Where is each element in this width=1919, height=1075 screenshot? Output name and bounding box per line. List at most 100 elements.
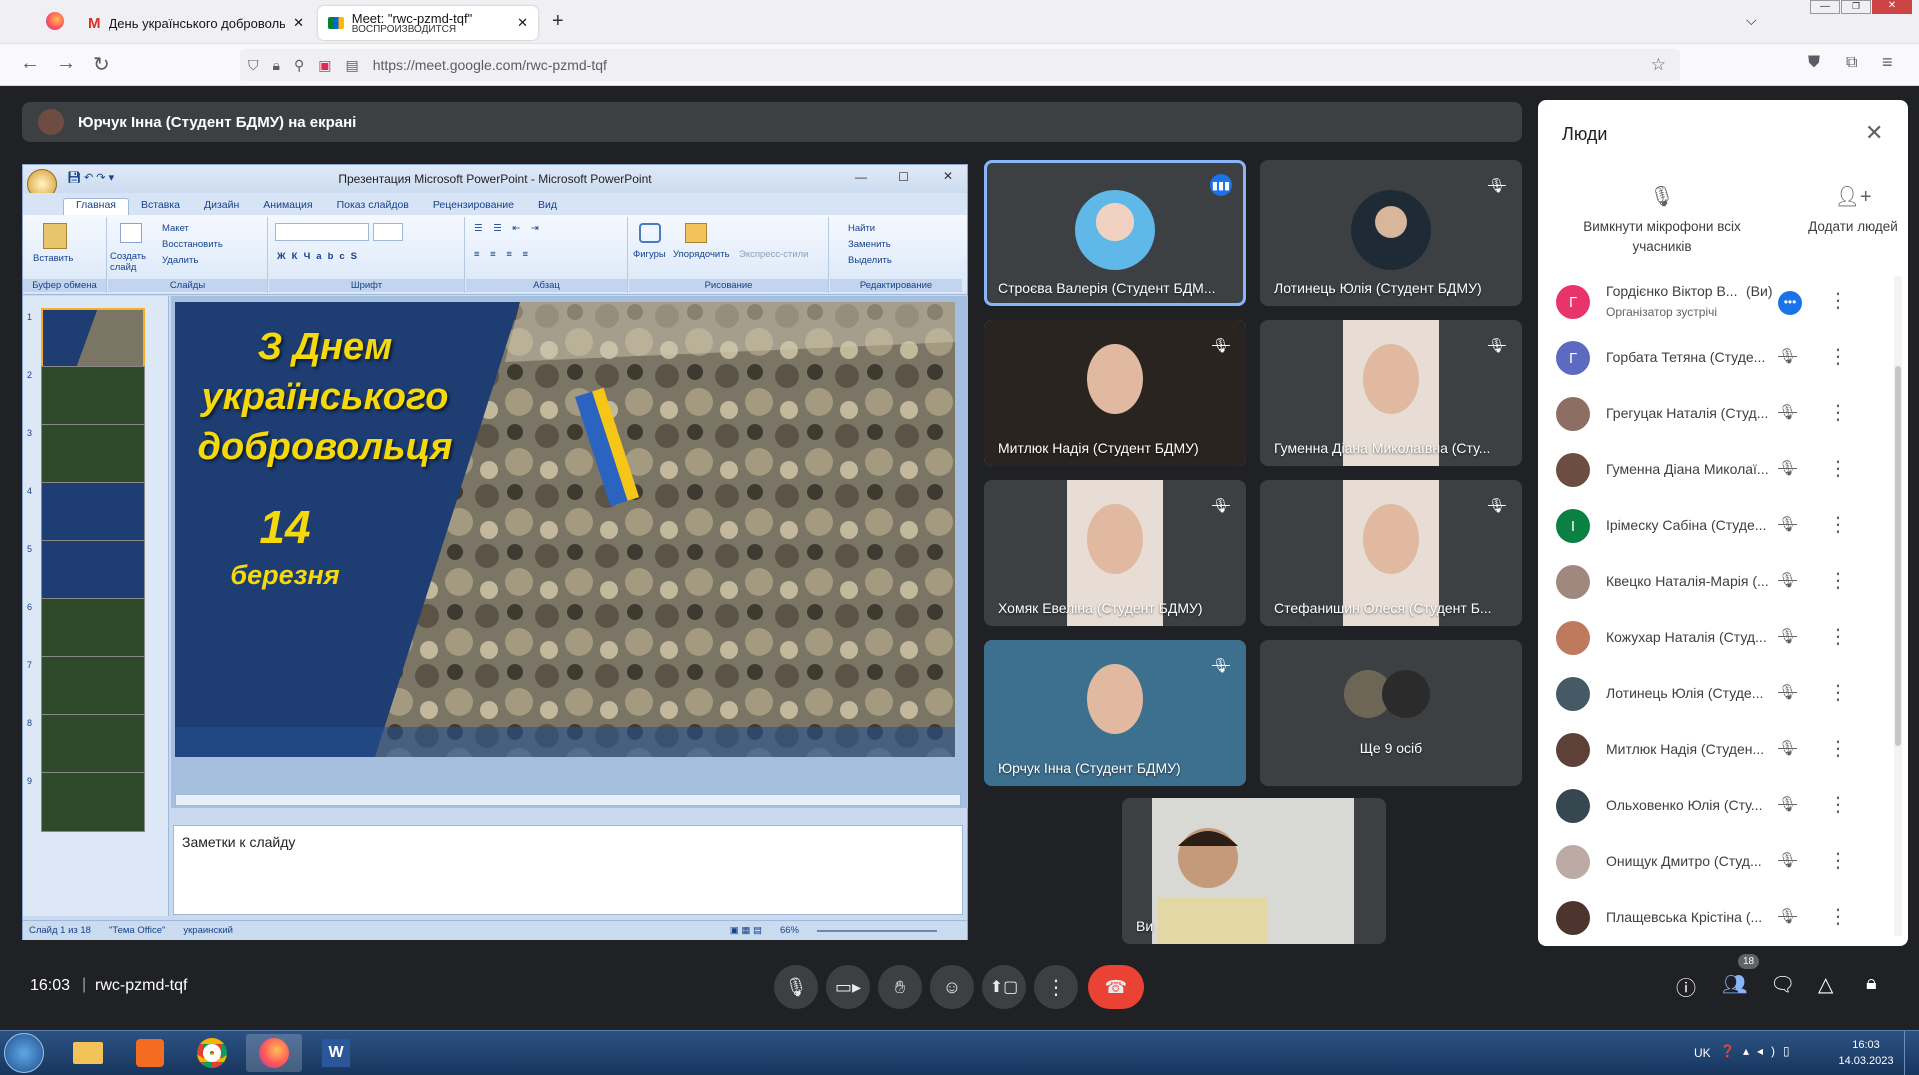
participant-list-item[interactable]: Квецко Наталія-Марія (... 🎙︎ ⋮ (1538, 554, 1893, 610)
more-vert-icon[interactable]: ⋮ (1828, 288, 1848, 313)
more-vert-icon[interactable]: ⋮ (1828, 512, 1848, 537)
microphone-button[interactable]: 🎙︎ (774, 965, 818, 1009)
participant-list-item[interactable]: Г Гордієнко Віктор В... (Ви) Організатор зу… (1538, 274, 1893, 330)
mic-muted-icon[interactable]: 🎙︎ (1778, 851, 1797, 869)
add-people-button[interactable]: 👤︎+ Додати людей (1808, 184, 1898, 237)
more-vert-icon[interactable]: ⋮ (1828, 736, 1848, 761)
mic-muted-icon[interactable]: 🎙︎ (1778, 403, 1797, 421)
app-taskbar-button[interactable] (122, 1034, 178, 1072)
close-tab-icon[interactable]: ✕ (293, 15, 304, 31)
slide-thumbnail-pane[interactable]: 1 2 3 4 5 6 7 8 9 (23, 296, 169, 916)
host-controls-icon[interactable]: 🔒︎ (1866, 972, 1877, 995)
more-vert-icon[interactable]: ⋮ (1828, 456, 1848, 481)
participant-list-item[interactable]: Онищук Дмитро (Студ... 🎙︎ ⋮ (1538, 834, 1893, 890)
app-menu-icon[interactable]: ≡ (1882, 52, 1893, 73)
tray-icons[interactable]: ❓▴◂)▯ (1720, 1044, 1798, 1058)
arrange-icon[interactable] (685, 223, 707, 243)
leave-call-button[interactable]: ☎ (1088, 965, 1144, 1009)
shapes-icon[interactable] (639, 223, 661, 243)
slide-editor[interactable]: З Днем українського добровольця 14 берез… (171, 296, 968, 808)
more-vert-icon[interactable]: ⋮ (1828, 792, 1848, 817)
word-taskbar-button[interactable]: W (308, 1034, 364, 1072)
address-field[interactable]: ⛉ 🔒︎ ⚲ ▣ ▤ https://meet.google.com/rwc-p… (240, 49, 1680, 81)
shapes-button[interactable]: Фигуры (633, 249, 666, 260)
new-slide-icon[interactable] (120, 223, 142, 243)
activities-icon[interactable]: △ (1818, 972, 1833, 997)
layout-button[interactable]: Макет (162, 223, 189, 234)
ppt-maximize-button[interactable]: ☐ (898, 170, 909, 184)
meeting-code[interactable]: rwc-pzmd-tqf (95, 977, 187, 995)
shield-icon[interactable]: ⛉ (248, 57, 259, 74)
slide-thumbnail[interactable] (41, 598, 145, 658)
minimize-window-button[interactable]: — (1810, 0, 1840, 14)
camera-sharing-icon[interactable]: ▣ (318, 57, 331, 74)
close-panel-icon[interactable]: ✕ (1865, 120, 1883, 146)
slide-thumbnail[interactable] (41, 772, 145, 832)
language-indicator-taskbar[interactable]: UK (1694, 1046, 1711, 1060)
self-tile[interactable]: Ви (1122, 798, 1386, 944)
ppt-tab-insert[interactable]: Вставка (129, 199, 192, 215)
more-vert-icon[interactable]: ⋮ (1828, 848, 1848, 873)
reactions-button[interactable]: ☺ (930, 965, 974, 1009)
select-button[interactable]: Выделить (848, 255, 892, 266)
participant-tile[interactable]: 🎙︎ Митлюк Надія (Студент БДМУ) (984, 320, 1246, 466)
more-vert-icon[interactable]: ⋮ (1828, 904, 1848, 929)
slide-horizontal-scrollbar[interactable] (175, 794, 961, 806)
more-options-button[interactable]: ⋮ (1034, 965, 1078, 1009)
font-name-field[interactable] (275, 223, 369, 241)
lock-icon[interactable]: 🔒︎ (273, 57, 280, 74)
slide-thumbnail[interactable] (41, 366, 145, 426)
reader-icon[interactable]: ▤ (345, 57, 358, 74)
more-participants-tile[interactable]: Ще 9 осіб (1260, 640, 1522, 786)
ppt-tab-animation[interactable]: Анимация (251, 199, 324, 215)
list-scrollbar[interactable] (1894, 276, 1902, 936)
more-vert-icon[interactable]: ⋮ (1828, 400, 1848, 425)
mic-muted-icon[interactable]: 🎙︎ (1778, 459, 1797, 477)
ppt-tab-design[interactable]: Дизайн (192, 199, 251, 215)
new-slide-button[interactable]: Создать слайд (110, 251, 154, 273)
ppt-close-button[interactable]: ✕ (943, 169, 953, 183)
more-vert-icon[interactable]: ⋮ (1828, 624, 1848, 649)
align-icons[interactable]: ≡ ≡ ≡ ≡ (474, 249, 532, 260)
paste-button[interactable]: Вставить (33, 253, 73, 264)
back-icon[interactable]: ← (20, 52, 40, 75)
slide-thumbnail[interactable] (41, 482, 145, 542)
list-icons[interactable]: ☰ ☰ ⇤ ⇥ (474, 223, 543, 234)
taskbar-clock[interactable]: 16:03 14.03.2023 (1836, 1037, 1896, 1069)
mic-muted-icon[interactable]: 🎙︎ (1778, 347, 1797, 365)
ppt-tab-view[interactable]: Вид (526, 199, 569, 215)
mute-all-button[interactable]: 🎙︎ Вимкнути мікрофони всіх учасників (1562, 184, 1762, 257)
participant-tile[interactable]: 🎙︎ Гуменна Діана Миколаївна (Сту... (1260, 320, 1522, 466)
chat-icon[interactable]: 🗨︎ (1770, 972, 1795, 997)
close-window-button[interactable]: ✕ (1872, 0, 1912, 14)
zoom-level[interactable]: 66% (780, 925, 799, 936)
maximize-window-button[interactable]: ❐ (1841, 0, 1871, 14)
slide-thumbnail[interactable] (41, 656, 145, 716)
mic-muted-icon[interactable]: 🎙︎ (1778, 571, 1797, 589)
restore-button[interactable]: Восстановить (162, 239, 223, 250)
participant-list-item[interactable]: Ольховенко Юлія (Сту... 🎙︎ ⋮ (1538, 778, 1893, 834)
pocket-icon[interactable]: ⛊ (1808, 54, 1820, 72)
raise-hand-button[interactable]: ✋︎ (878, 965, 922, 1009)
mic-muted-icon[interactable]: 🎙︎ (1778, 515, 1797, 533)
show-desktop-button[interactable] (1904, 1031, 1918, 1075)
replace-button[interactable]: Заменить (848, 239, 891, 250)
tab-meet[interactable]: Meet: "rwc-pzmd-tqf" ВОСПРОИЗВОДИТСЯ ✕ (318, 6, 538, 40)
participant-list-item[interactable]: Плащевська Крістіна (... 🎙︎ ⋮ (1538, 890, 1893, 946)
participant-tile[interactable]: 🎙︎ Стефанишин Олеся (Студент Б... (1260, 480, 1522, 626)
slide-thumbnail[interactable] (41, 308, 145, 368)
people-button[interactable]: 👥︎ 18 (1722, 954, 1760, 997)
more-vert-icon[interactable]: ⋮ (1828, 344, 1848, 369)
more-vert-icon[interactable]: ⋮ (1828, 568, 1848, 593)
extensions-icon[interactable]: ⧉ (1846, 54, 1857, 72)
slide-thumbnail[interactable] (41, 540, 145, 600)
ppt-tab-slideshow[interactable]: Показ слайдов (325, 199, 421, 215)
permissions-icon[interactable]: ⚲ (294, 57, 304, 74)
mic-muted-icon[interactable]: 🎙︎ (1778, 627, 1797, 645)
chrome-taskbar-button[interactable] (184, 1034, 240, 1072)
mic-muted-icon[interactable]: 🎙︎ (1778, 795, 1797, 813)
ppt-tab-home[interactable]: Главная (63, 198, 129, 215)
zoom-slider[interactable] (817, 929, 937, 932)
find-button[interactable]: Найти (848, 223, 875, 234)
paste-icon[interactable] (43, 223, 67, 249)
